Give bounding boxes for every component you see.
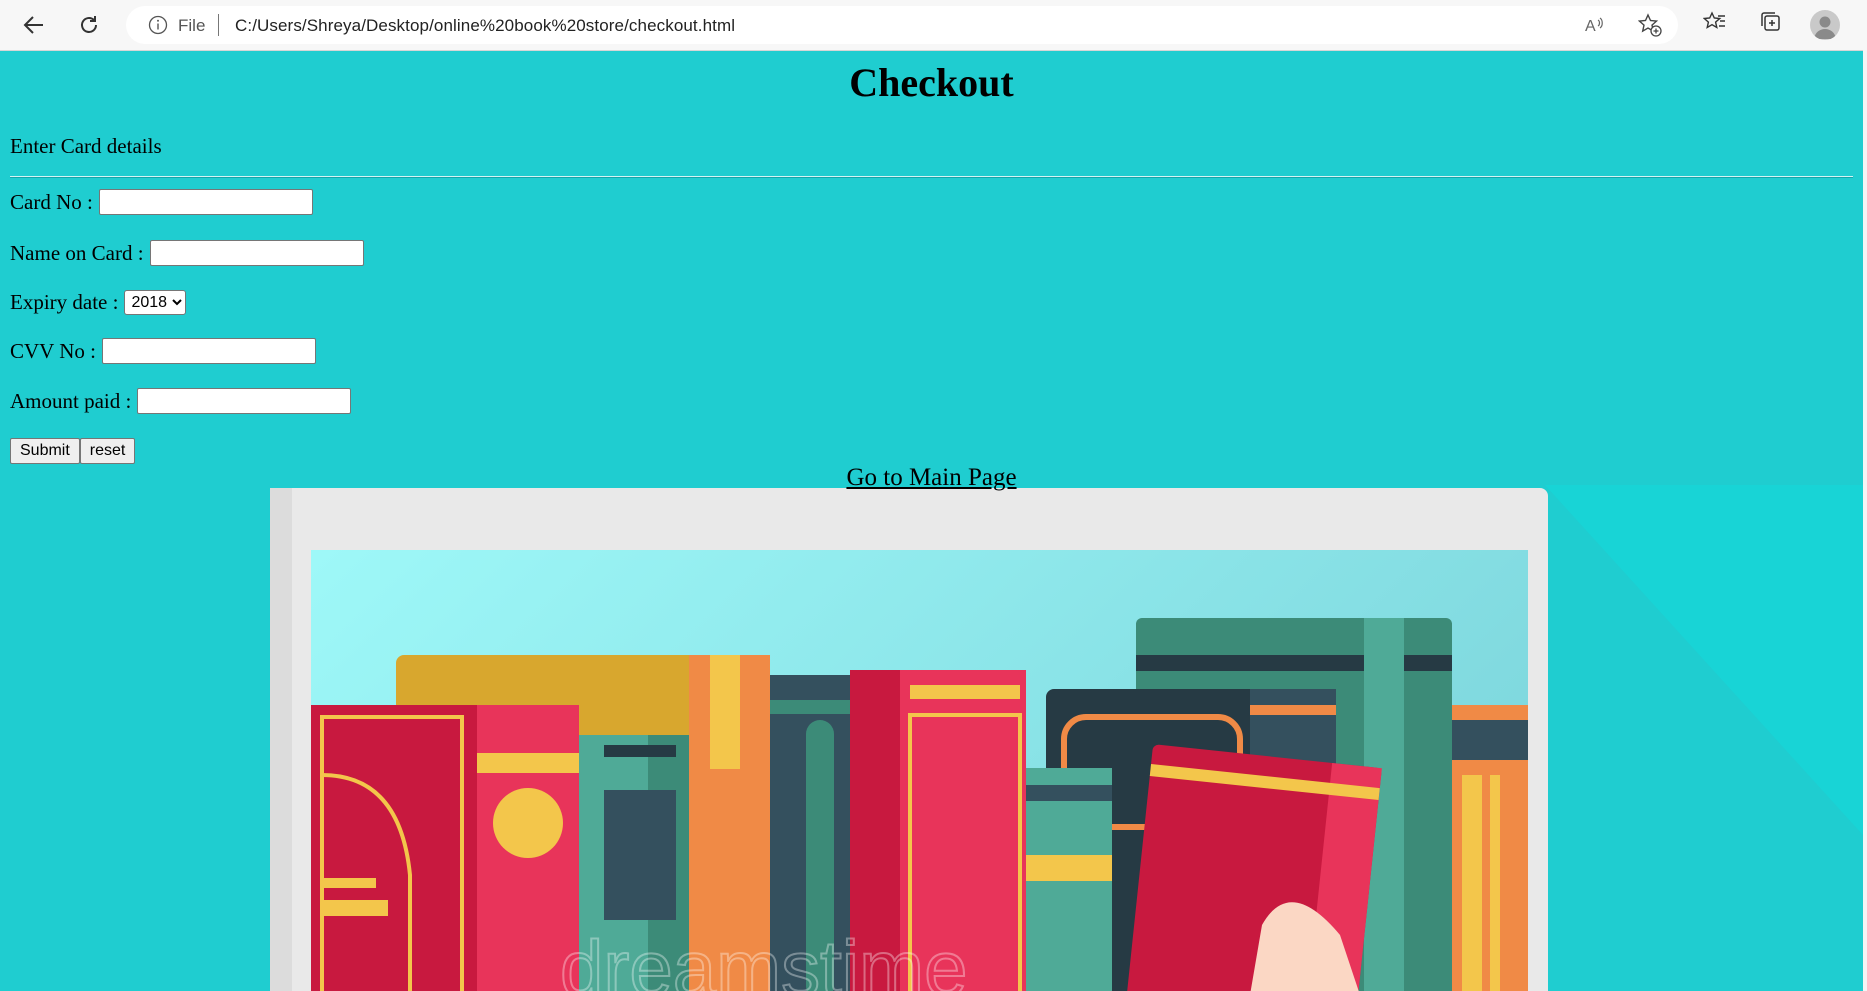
card-no-row: Card No : [10, 189, 313, 215]
card-no-label: Card No : [10, 189, 93, 214]
profile-avatar-icon[interactable] [1810, 10, 1840, 40]
reload-icon [81, 16, 97, 33]
page-scrollbar[interactable] [1863, 50, 1867, 991]
checkout-page: Checkout Enter Card details Card No : Na… [0, 50, 1863, 991]
expiry-year-select[interactable]: 2018 [124, 290, 187, 315]
url-text[interactable]: C:/Users/Shreya/Desktop/online%20book%20… [235, 16, 735, 36]
main-page-link[interactable]: Go to Main Page [0, 464, 1863, 492]
card-no-input[interactable] [98, 189, 313, 215]
watermark-text: dreamstime [560, 924, 967, 991]
name-on-card-label: Name on Card : [10, 240, 144, 265]
divider [10, 176, 1853, 178]
expiry-row: Expiry date : 2018 [10, 290, 187, 315]
cvv-row: CVV No : [10, 338, 316, 364]
svg-text:A: A [1585, 18, 1596, 35]
read-aloud-icon[interactable]: A [1584, 14, 1606, 36]
add-favorite-icon[interactable] [1638, 13, 1662, 37]
amount-input[interactable] [137, 388, 352, 414]
favorites-icon[interactable] [1703, 10, 1727, 34]
amount-row: Amount paid : [10, 388, 352, 414]
name-on-card-row: Name on Card : [10, 240, 364, 266]
address-bar[interactable]: File C:/Users/Shreya/Desktop/online%20bo… [126, 6, 1678, 44]
file-label: File [178, 16, 206, 35]
page-title: Checkout [849, 60, 1014, 105]
bookshelf-illustration: dreamstime [0, 455, 1863, 991]
cvv-label: CVV No : [10, 338, 96, 363]
cvv-input[interactable] [101, 338, 316, 364]
card-details-heading: Enter Card details [10, 134, 162, 158]
expiry-label: Expiry date : [10, 290, 119, 314]
address-separator [218, 14, 219, 36]
name-on-card-input[interactable] [149, 240, 364, 266]
bookshelf-image: dreamstime [270, 485, 1863, 991]
back-button[interactable] [18, 9, 50, 41]
amount-label: Amount paid : [10, 388, 132, 413]
reload-button[interactable] [73, 9, 105, 41]
info-icon[interactable] [148, 15, 168, 35]
collections-icon[interactable] [1759, 10, 1783, 34]
back-arrow-icon [23, 16, 43, 34]
browser-toolbar: File C:/Users/Shreya/Desktop/online%20bo… [0, 0, 1867, 51]
